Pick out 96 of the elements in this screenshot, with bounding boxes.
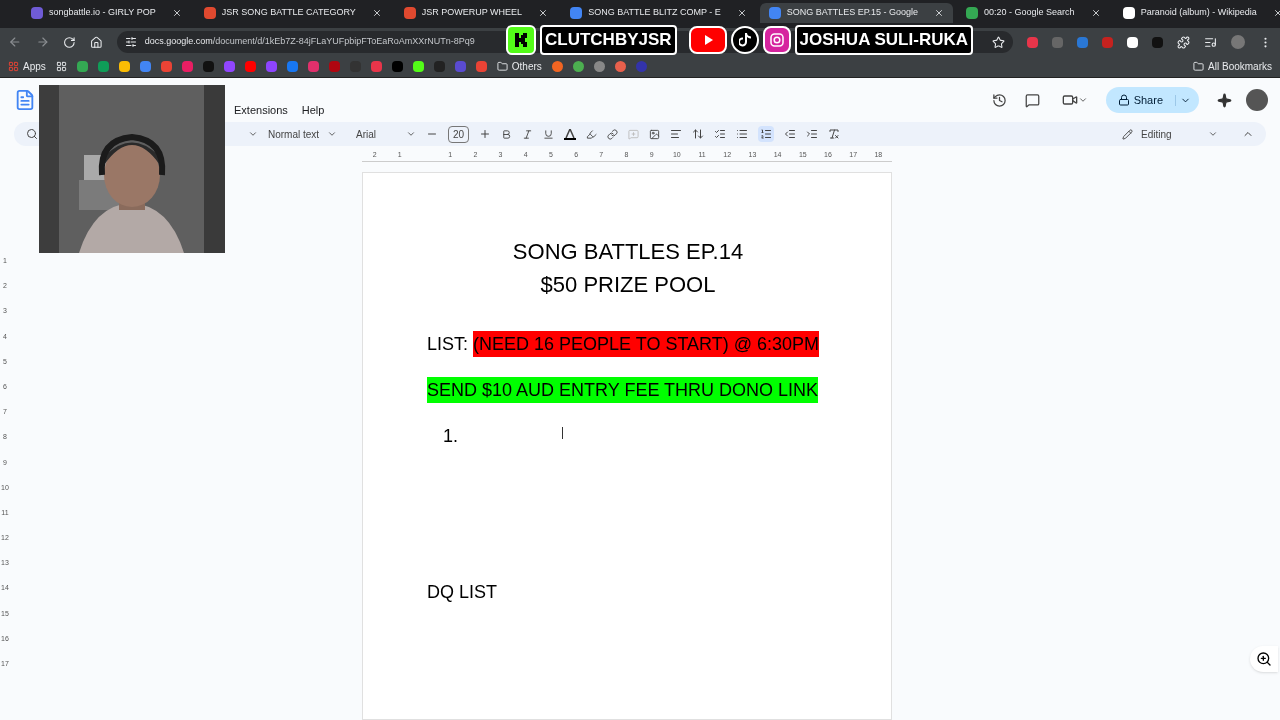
caret-icon[interactable]	[248, 129, 258, 139]
caret-icon	[327, 129, 338, 139]
sparkle-icon[interactable]	[1217, 92, 1232, 108]
folder-icon[interactable]	[1193, 61, 1205, 72]
highlighted-text: (NEED 16 PEOPLE TO START) @ 6:30PM	[473, 331, 820, 357]
link-icon[interactable]	[607, 128, 619, 140]
url-text: docs.google.com/document/d/1kEb7Z-84jFLaYUFpbipFToEaRoAmXXrNUTn-8Pq9	[144, 35, 475, 49]
menu-item[interactable]: Extensions	[234, 101, 288, 119]
kick-logo-icon	[506, 25, 536, 55]
close-icon[interactable]	[171, 8, 182, 18]
bookmark-icon[interactable]	[118, 61, 130, 72]
tab-title: SONG BATTLE BLITZ COMP - E	[588, 6, 721, 20]
lock-icon	[1117, 94, 1130, 106]
close-icon[interactable]	[1090, 8, 1101, 18]
all-bookmarks-folder[interactable]: All Bookmarks	[1208, 59, 1272, 74]
bookmark-icon[interactable]	[76, 61, 88, 72]
indent-increase-icon[interactable]	[806, 128, 819, 140]
text-cursor-icon	[562, 427, 563, 439]
list-number: 1.	[443, 425, 458, 448]
line-spacing-icon[interactable]	[692, 128, 705, 140]
tab-title: JSR SONG BATTLE CATEGORY	[221, 6, 356, 20]
browser-tab[interactable]: Paranoid (album) - Wikipedia	[1113, 3, 1280, 23]
youtube-logo-icon	[688, 26, 727, 54]
close-icon[interactable]	[371, 8, 382, 18]
italic-icon[interactable]	[522, 128, 534, 140]
close-icon[interactable]	[538, 8, 549, 18]
menu-item[interactable]: Help	[301, 101, 325, 119]
close-icon[interactable]	[736, 8, 747, 18]
image-icon[interactable]	[649, 128, 661, 140]
font-size-field[interactable]: 20	[448, 125, 470, 143]
apps-grid-icon[interactable]	[8, 61, 19, 72]
close-icon[interactable]	[1272, 8, 1280, 18]
profile-avatar-icon[interactable]	[1246, 89, 1268, 111]
paragraph-text: DQ LIST	[427, 581, 497, 604]
increase-size-icon[interactable]	[479, 128, 492, 140]
extensions-icon[interactable]	[1177, 35, 1190, 49]
bullet-list-icon[interactable]	[736, 128, 749, 140]
tab-title: songbattle.io - GIRLY POP	[49, 6, 156, 20]
highlighter-icon[interactable]	[586, 128, 598, 140]
text-color-icon[interactable]	[564, 128, 577, 140]
bookmark-icon[interactable]	[614, 61, 626, 72]
pencil-icon	[1122, 128, 1133, 140]
editing-mode-dropdown[interactable]: Editing	[1122, 126, 1218, 142]
reload-icon[interactable]	[63, 35, 76, 49]
align-left-icon[interactable]	[670, 128, 683, 140]
version-history-icon[interactable]	[991, 92, 1007, 108]
bookmark-icon[interactable]	[551, 61, 563, 72]
bookmark-folder[interactable]: Others	[511, 59, 542, 74]
bold-icon[interactable]	[501, 128, 513, 140]
browser-tab[interactable]: JSR SONG BATTLE CATEGORY	[194, 3, 391, 23]
close-icon[interactable]	[934, 8, 945, 18]
caret-icon	[406, 129, 416, 139]
tab-title: SONG BATTLES EP.15 - Google	[786, 6, 919, 20]
folder-icon[interactable]	[496, 61, 508, 72]
font-dropdown[interactable]: Arial	[356, 126, 416, 142]
site-settings-icon[interactable]	[124, 36, 137, 48]
document-title: $50 PRIZE POOL	[540, 271, 716, 299]
forward-icon[interactable]	[35, 35, 50, 49]
bookmark-icon[interactable]	[572, 61, 584, 72]
stream-handle: JOSHUA SULI-RUKA	[794, 25, 973, 55]
underline-icon[interactable]	[543, 128, 555, 140]
home-icon[interactable]	[90, 35, 103, 49]
document-title: SONG BATTLES EP.14	[512, 238, 744, 266]
list-label: LIST:	[427, 333, 470, 356]
browser-tab[interactable]: JSR POWERUP WHEEL	[394, 3, 558, 23]
stream-handle: CLUTCHBYJSR	[540, 25, 677, 55]
style-dropdown[interactable]: Normal text	[268, 126, 346, 142]
checklist-icon[interactable]	[714, 128, 727, 140]
instagram-logo-icon	[762, 26, 791, 54]
apps-shortcut[interactable]: Apps	[23, 59, 46, 74]
tab-title: 00:20 - Google Search	[984, 6, 1075, 20]
search-icon[interactable]	[26, 128, 38, 140]
tab-title: JSR POWERUP WHEEL	[421, 6, 523, 20]
share-button[interactable]: Share	[1105, 87, 1199, 113]
tab-title: Paranoid (album) - Wikipedia	[1140, 6, 1257, 20]
comments-icon[interactable]	[1024, 92, 1040, 108]
zoom-button[interactable]	[1250, 646, 1278, 672]
zoom-icon	[1256, 651, 1272, 667]
browser-tab[interactable]: 00:20 - Google Search	[957, 3, 1110, 23]
bookmark-icon[interactable]	[412, 61, 424, 72]
numbered-list-button[interactable]	[758, 126, 775, 142]
browser-tab[interactable]: SONG BATTLES EP.15 - Google	[759, 3, 954, 23]
extension-icon[interactable]	[1127, 36, 1138, 48]
highlighted-text: SEND $10 AUD ENTRY FEE THRU DONO LINK	[427, 377, 819, 403]
bookmark-star-icon[interactable]	[992, 35, 1005, 49]
grid-icon[interactable]	[55, 61, 67, 72]
browser-tab[interactable]: songbattle.io - GIRLY POP	[22, 3, 191, 23]
browser-tab[interactable]: SONG BATTLE BLITZ COMP - E	[561, 3, 756, 23]
docs-logo-icon[interactable]	[14, 89, 36, 111]
back-icon[interactable]	[8, 35, 22, 49]
caret-icon	[1208, 129, 1218, 139]
clear-formatting-icon[interactable]	[828, 128, 841, 140]
video-call-icon[interactable]	[1061, 92, 1078, 108]
caret-icon[interactable]	[1077, 95, 1088, 105]
media-icon[interactable]	[1204, 35, 1217, 49]
indent-decrease-icon[interactable]	[784, 128, 797, 140]
